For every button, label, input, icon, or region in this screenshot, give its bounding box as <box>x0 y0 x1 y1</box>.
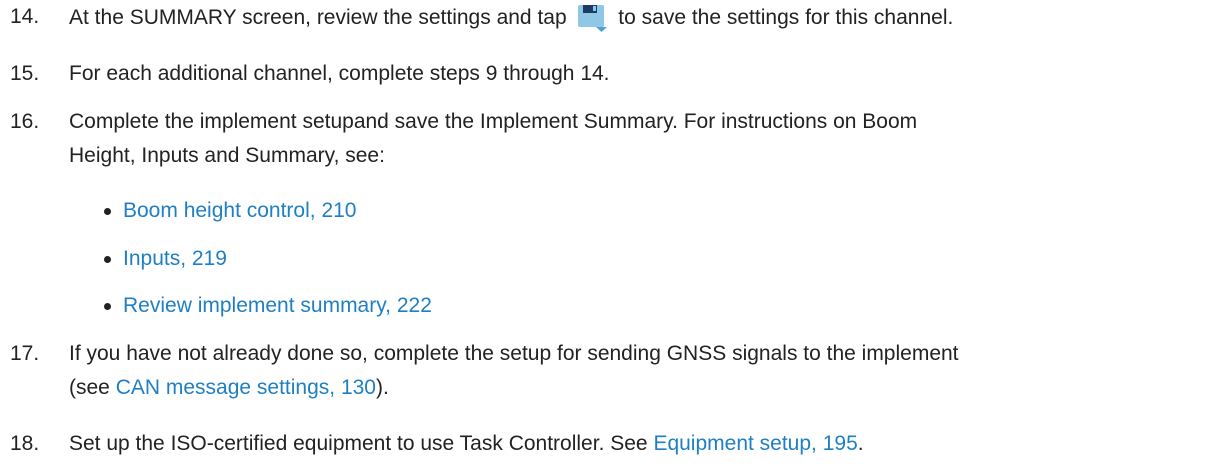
step-number: 16. <box>10 110 40 133</box>
link-inputs[interactable]: Inputs, 219 <box>123 243 227 275</box>
bullet-dot <box>104 256 111 263</box>
step-text-line1: If you have not already done so, complet… <box>69 342 959 365</box>
step-number: 18. <box>10 432 40 455</box>
step-text-after: . <box>857 432 864 455</box>
bullet-dot <box>104 303 111 310</box>
step-17: 17. If you have not already done so, com… <box>0 338 1200 408</box>
step-text: For each additional channel, complete st… <box>69 62 610 85</box>
step-text-before: At the SUMMARY screen, review the settin… <box>69 6 573 29</box>
link-boom-height-control[interactable]: Boom height control, 210 <box>123 195 356 227</box>
step-text-before: (see <box>69 376 116 399</box>
step-text-before: Set up the ISO-certified equipment to us… <box>69 432 654 455</box>
step-number: 15. <box>10 62 40 85</box>
step-text-after: ). <box>375 376 389 399</box>
step-text-line1: Complete the implement setupand save the… <box>69 110 918 133</box>
link-equipment-setup[interactable]: Equipment setup, 195 <box>653 432 857 455</box>
step-text-after: to save the settings for this channel. <box>612 6 954 29</box>
step-text: Set up the ISO-certified equipment to us… <box>69 428 864 460</box>
link-can-message-settings[interactable]: CAN message settings, 130 <box>116 376 376 399</box>
bullet-dot <box>104 208 111 215</box>
step-text-line2: (see CAN message settings, 130). <box>69 372 389 404</box>
step-number: 14. <box>10 5 40 28</box>
link-review-implement-summary[interactable]: Review implement summary, 222 <box>123 290 432 322</box>
step-text-line2: Height, Inputs and Summary, see: <box>69 144 385 167</box>
step-number: 17. <box>10 342 40 365</box>
save-icon <box>576 1 608 33</box>
step-text: At the SUMMARY screen, review the settin… <box>69 1 953 34</box>
step-16: 16. Complete the implement setupand save… <box>0 106 1200 176</box>
